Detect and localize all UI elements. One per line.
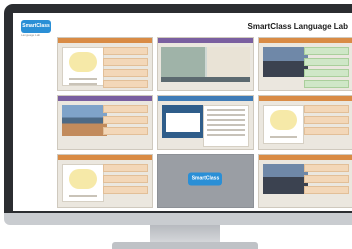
lesson-illustration <box>69 52 97 72</box>
answer-options <box>103 47 149 90</box>
logo-text: SmartClass <box>191 175 220 182</box>
panel-header-bar <box>158 38 253 43</box>
answer-option[interactable] <box>303 185 349 194</box>
panel-header-bar <box>258 96 352 102</box>
lesson-panel-landscape[interactable] <box>57 95 154 150</box>
answer-option[interactable] <box>103 80 149 88</box>
lesson-photo <box>62 105 108 136</box>
answer-option[interactable] <box>303 58 349 66</box>
answer-option[interactable] <box>303 69 349 77</box>
lesson-panel-quiz[interactable] <box>57 153 154 208</box>
app-title: SmartClass Language Lab <box>247 22 348 31</box>
answer-options <box>103 163 149 197</box>
lesson-panel-quiz[interactable] <box>57 37 154 92</box>
monitor-stand-base <box>112 242 258 249</box>
answer-options <box>103 105 149 138</box>
lesson-content <box>262 105 305 144</box>
photo-people <box>262 177 308 194</box>
text-line <box>69 83 97 85</box>
lesson-illustration <box>69 168 97 189</box>
answer-option[interactable] <box>303 105 349 114</box>
panel-header-bar <box>58 38 153 43</box>
answer-option[interactable] <box>303 47 349 55</box>
answer-option[interactable] <box>303 127 349 136</box>
logo-subtitle: Language Lab <box>21 33 41 37</box>
lesson-panel-photo[interactable] <box>257 37 352 92</box>
app-logo: SmartClass <box>21 20 51 33</box>
answer-options <box>303 47 349 90</box>
answer-option[interactable] <box>103 116 149 125</box>
video-frame-left <box>161 47 205 79</box>
panel-header-bar <box>58 154 153 160</box>
text-line <box>207 109 245 112</box>
document-preview <box>162 105 204 138</box>
text-line <box>269 136 298 139</box>
lesson-panel-quiz[interactable] <box>257 95 352 150</box>
logo-text: SmartClass <box>22 23 50 29</box>
lesson-grid: SmartClass <box>57 37 352 208</box>
lesson-photo <box>262 163 308 194</box>
answer-option[interactable] <box>303 116 349 125</box>
panel-header-bar <box>158 96 253 102</box>
video-player[interactable] <box>161 47 250 79</box>
panel-header-bar <box>258 38 352 43</box>
text-line <box>207 114 245 117</box>
text-line <box>207 129 245 132</box>
brand-splash-panel: SmartClass <box>157 153 254 208</box>
monitor-chin <box>4 213 352 225</box>
lesson-panel-video[interactable] <box>157 37 254 92</box>
center-logo: SmartClass <box>188 172 223 186</box>
document-page <box>166 113 200 132</box>
text-line <box>207 124 245 127</box>
answer-option[interactable] <box>103 47 149 55</box>
answer-option[interactable] <box>103 163 149 172</box>
answer-option[interactable] <box>303 163 349 172</box>
lesson-content <box>62 163 104 203</box>
lesson-illustration <box>269 110 298 131</box>
photo-people <box>262 60 308 78</box>
answer-option[interactable] <box>103 105 149 114</box>
panel-header-bar <box>258 154 352 160</box>
lesson-photo <box>262 47 308 78</box>
text-line <box>207 119 245 122</box>
monitor-frame: SmartClass Language Lab SmartClass Langu… <box>4 4 352 224</box>
text-line <box>207 134 245 137</box>
text-line <box>69 194 97 197</box>
panel-header-bar <box>58 96 153 102</box>
answer-option[interactable] <box>103 69 149 77</box>
answer-option[interactable] <box>103 174 149 183</box>
answer-option[interactable] <box>103 127 149 136</box>
lesson-content <box>62 47 104 86</box>
video-controls[interactable] <box>161 76 250 82</box>
lesson-panel-photo[interactable] <box>257 153 352 208</box>
answer-options <box>303 163 349 197</box>
screen: SmartClass Language Lab SmartClass Langu… <box>13 13 352 211</box>
answer-option[interactable] <box>103 58 149 66</box>
answer-options <box>303 105 349 138</box>
answer-option[interactable] <box>303 80 349 88</box>
reading-text <box>203 105 249 147</box>
text-line <box>69 78 97 80</box>
answer-option[interactable] <box>303 174 349 183</box>
answer-option[interactable] <box>103 185 149 194</box>
lesson-panel-document[interactable] <box>157 95 254 150</box>
video-frame-right <box>206 47 250 79</box>
